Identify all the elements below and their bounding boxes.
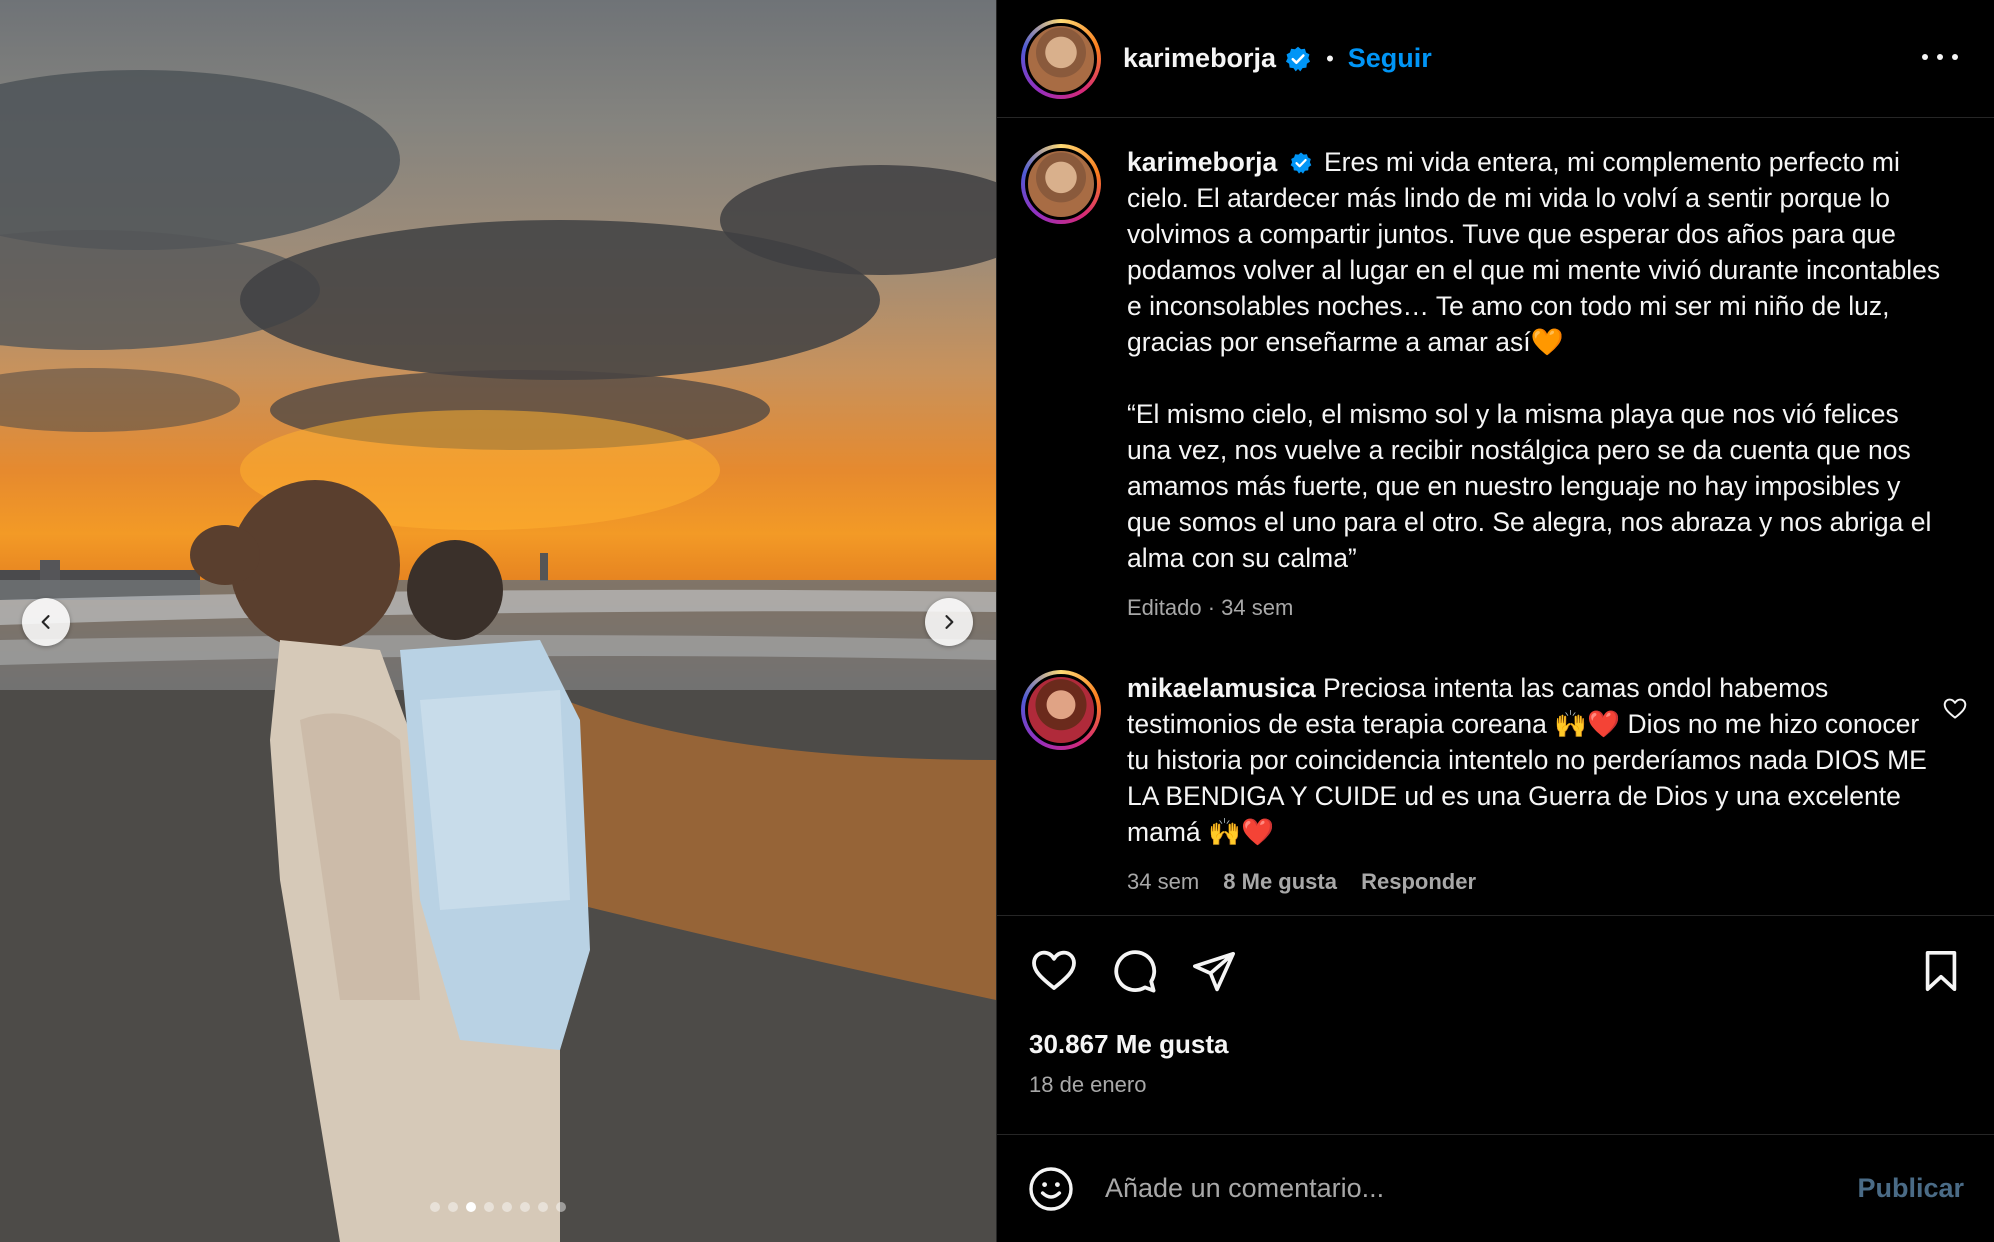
carousel-dot	[466, 1202, 476, 1212]
carousel-dot	[430, 1202, 440, 1212]
author-avatar[interactable]	[1021, 18, 1101, 99]
carousel-dot	[448, 1202, 458, 1212]
carousel-dot	[556, 1202, 566, 1212]
caption: karimeborja Eres mi vida entera, mi comp…	[1021, 144, 1970, 626]
instagram-post-view: karimeborja • Seguir karimeborja Eres mi…	[0, 0, 1994, 1242]
post-media[interactable]	[0, 0, 996, 1242]
header-separator: •	[1326, 45, 1334, 71]
author-username[interactable]: karimeborja	[1123, 43, 1276, 74]
likes-section: 30.867 Me gusta 18 de enero	[997, 1025, 1994, 1098]
post-header: karimeborja • Seguir	[997, 0, 1994, 118]
follow-button[interactable]: Seguir	[1348, 43, 1432, 74]
post-panel: karimeborja • Seguir karimeborja Eres mi…	[996, 0, 1994, 1242]
like-button[interactable]	[1029, 946, 1079, 996]
comment-input[interactable]	[1105, 1173, 1858, 1204]
carousel-indicator	[0, 1202, 996, 1212]
chevron-left-icon	[41, 615, 50, 629]
bookmark-icon	[1925, 950, 1957, 991]
comment-reply-button[interactable]: Responder	[1361, 869, 1476, 894]
verified-badge-icon	[1286, 46, 1311, 71]
commenter-avatar[interactable]	[1021, 670, 1101, 750]
comment-like-heart-icon[interactable]	[1942, 696, 1968, 722]
share-icon	[1193, 951, 1235, 991]
carousel-dot	[484, 1202, 494, 1212]
comment-item: mikaelamusica Preciosa intenta las camas…	[1021, 670, 1970, 900]
carousel-dot	[502, 1202, 512, 1212]
caption-meta: Editado · 34 sem	[1127, 595, 1294, 620]
carousel-dot	[538, 1202, 548, 1212]
post-date: 18 de enero	[1029, 1072, 1147, 1097]
verified-badge-icon	[1290, 152, 1311, 174]
emoji-icon[interactable]	[1027, 1165, 1075, 1213]
carousel-dot	[520, 1202, 530, 1212]
more-options-icon[interactable]	[1922, 42, 1958, 72]
comment-likes[interactable]: 8 Me gusta	[1223, 869, 1337, 894]
commenter-username[interactable]: mikaelamusica	[1127, 673, 1316, 703]
comment-meta: 34 sem 8 Me gusta Responder	[1127, 864, 1947, 900]
likes-count[interactable]: 30.867 Me gusta	[1029, 1029, 1962, 1060]
caption-text-2: “El mismo cielo, el mismo sol y la misma…	[1127, 399, 1932, 573]
share-button[interactable]	[1189, 946, 1239, 996]
save-button[interactable]	[1916, 946, 1966, 996]
comment-icon	[1114, 949, 1157, 992]
caption-avatar[interactable]	[1021, 144, 1101, 224]
caption-username[interactable]: karimeborja	[1127, 147, 1277, 177]
sunset-beach-photo	[0, 70, 996, 1242]
caption-text-1: Eres mi vida entera, mi complemento perf…	[1127, 147, 1941, 357]
carousel-prev-button[interactable]	[22, 598, 70, 646]
comment-time: 34 sem	[1127, 869, 1200, 894]
comment-composer: Publicar	[997, 1134, 1994, 1242]
carousel-next-button[interactable]	[925, 598, 973, 646]
heart-icon	[1032, 950, 1076, 990]
post-actions	[997, 915, 1994, 1025]
comments-section[interactable]: karimeborja Eres mi vida entera, mi comp…	[997, 118, 1994, 915]
comment-button[interactable]	[1109, 946, 1159, 996]
chevron-right-icon	[945, 615, 954, 629]
publish-button[interactable]: Publicar	[1857, 1173, 1964, 1204]
